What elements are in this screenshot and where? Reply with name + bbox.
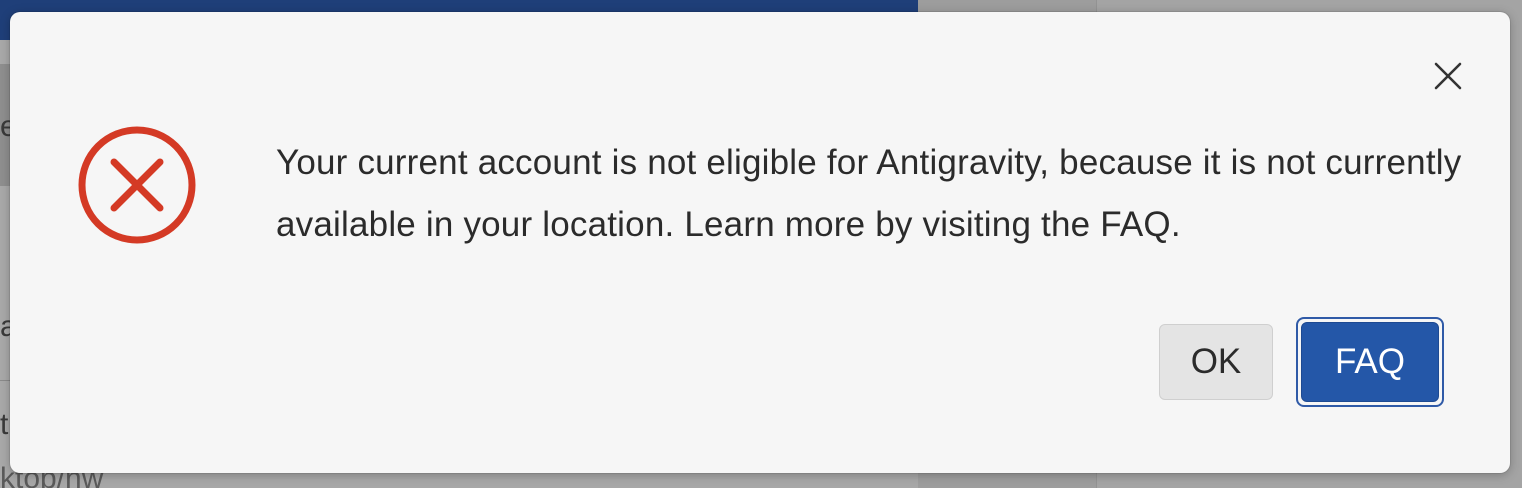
faq-button[interactable]: FAQ xyxy=(1301,322,1439,402)
close-button[interactable] xyxy=(1430,58,1466,94)
error-dialog: Your current account is not eligible for… xyxy=(10,12,1510,473)
screen: er a t ktop/nw Your current account is n… xyxy=(0,0,1522,488)
background-text-fragment: t xyxy=(0,408,9,441)
error-circle-x-icon xyxy=(76,124,198,246)
background-divider xyxy=(0,380,10,381)
close-icon xyxy=(1434,62,1462,90)
ok-button[interactable]: OK xyxy=(1159,324,1273,400)
dialog-message: Your current account is not eligible for… xyxy=(276,143,1462,244)
